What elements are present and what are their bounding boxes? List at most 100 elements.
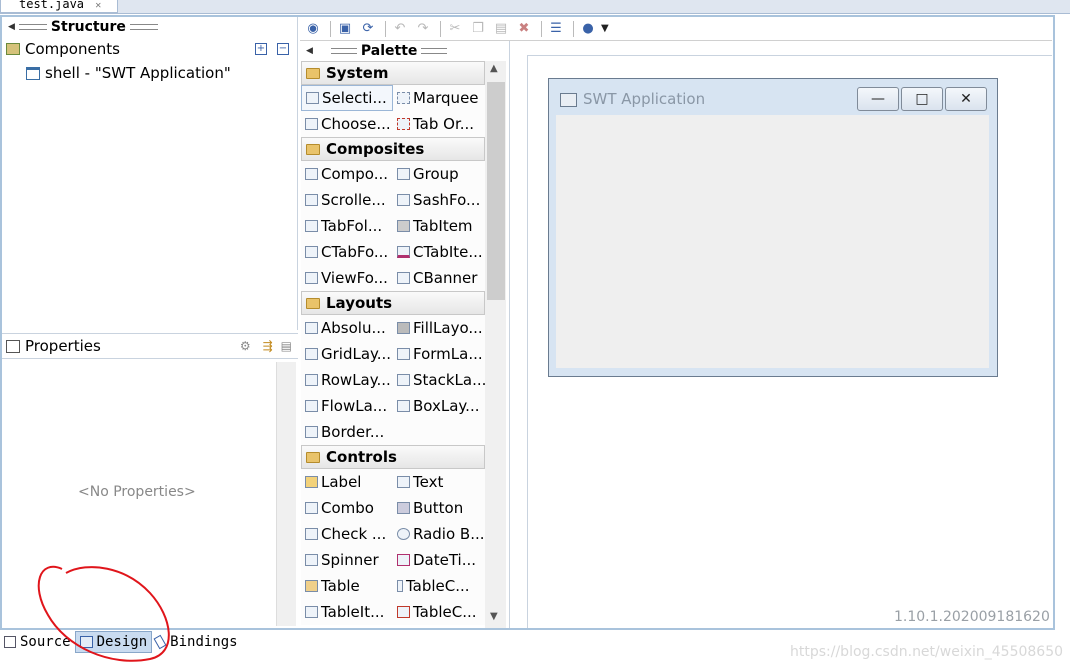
- nls-icon[interactable]: ☰: [546, 20, 566, 38]
- shell-icon: [26, 66, 40, 80]
- swt-window-client-area[interactable]: [556, 115, 989, 368]
- palette-item[interactable]: Text: [393, 469, 485, 495]
- palette-item[interactable]: TabItem: [393, 213, 485, 239]
- palette-item-label: CTabIte...: [413, 243, 483, 261]
- minimize-button[interactable]: —: [857, 87, 899, 111]
- palette-item[interactable]: CTabFo...: [301, 239, 393, 265]
- paste-icon[interactable]: ▤: [491, 20, 511, 38]
- palette-scroll-thumb[interactable]: [487, 82, 505, 300]
- tab-item-icon: [397, 220, 410, 232]
- goto-definition-icon[interactable]: ⇶: [263, 339, 273, 353]
- category-label: System: [326, 64, 389, 82]
- editor-tab-test-java[interactable]: test.java ✕: [0, 0, 118, 13]
- swt-window-title: SWT Application: [583, 90, 706, 108]
- palette-item[interactable]: BoxLay...: [393, 393, 485, 419]
- marquee-icon: [397, 92, 410, 104]
- folder-icon: [306, 297, 320, 309]
- palette-item[interactable]: Selecti...: [301, 85, 393, 111]
- palette-item[interactable]: Table: [301, 573, 393, 599]
- palette-item[interactable]: RowLay...: [301, 367, 393, 393]
- undo-icon[interactable]: ↶: [390, 20, 410, 38]
- palette-item[interactable]: DateTi...: [393, 547, 485, 573]
- sash-form-icon: [397, 194, 410, 206]
- palette-item-label: TableIt...: [321, 603, 385, 621]
- palette-item[interactable]: Button: [393, 495, 485, 521]
- scrolled-composite-icon: [305, 194, 318, 206]
- palette-item[interactable]: Group: [393, 161, 485, 187]
- palette-item[interactable]: ViewFo...: [301, 265, 393, 291]
- palette-item[interactable]: TableC...: [393, 599, 485, 625]
- close-icon[interactable]: ✕: [95, 0, 101, 11]
- collapse-palette-icon[interactable]: ◀: [306, 46, 313, 56]
- grid-layout-icon: [305, 348, 318, 360]
- show-events-icon[interactable]: ⚙: [240, 339, 251, 353]
- category-composites[interactable]: Composites: [301, 137, 485, 161]
- palette-item[interactable]: Marquee: [393, 85, 485, 111]
- no-properties-text: <No Properties>: [78, 484, 196, 500]
- palette-item[interactable]: Spinner: [301, 547, 393, 573]
- close-button[interactable]: ✕: [945, 87, 987, 111]
- palette-item-label: Table: [321, 577, 360, 595]
- palette-item[interactable]: Radio B...: [393, 521, 485, 547]
- palette-item[interactable]: FormLa...: [393, 341, 485, 367]
- editor-tab-label: test.java: [19, 0, 85, 11]
- palette-item[interactable]: TableIt...: [301, 599, 393, 625]
- palette-item[interactable]: FlowLa...: [301, 393, 393, 419]
- scroll-up-icon[interactable]: ▲: [490, 63, 498, 74]
- palette-item[interactable]: Check ...: [301, 521, 393, 547]
- delete-icon[interactable]: ✖: [514, 20, 534, 38]
- palette-item[interactable]: TabFol...: [301, 213, 393, 239]
- palette-item[interactable]: Border...: [301, 419, 393, 445]
- expand-all-icon[interactable]: +: [255, 43, 267, 55]
- palette-item[interactable]: GridLay...: [301, 341, 393, 367]
- show-advanced-icon[interactable]: ▤: [281, 339, 292, 353]
- stack-layout-icon: [397, 374, 410, 386]
- cut-icon[interactable]: ✂: [445, 20, 465, 38]
- collapse-left-icon[interactable]: ◀: [8, 22, 15, 32]
- redo-icon[interactable]: ↷: [413, 20, 433, 38]
- palette-item[interactable]: CTabIte...: [393, 239, 485, 265]
- palette-item[interactable]: TableC...: [393, 573, 485, 599]
- ctab-item-icon: [397, 246, 410, 258]
- swt-window-icon: [560, 93, 577, 107]
- category-system[interactable]: System: [301, 61, 485, 85]
- palette-item[interactable]: SashFo...: [393, 187, 485, 213]
- palette-item-label: TabFol...: [321, 217, 383, 235]
- category-items: Selecti... Marquee Choose... Tab Or...: [301, 85, 485, 137]
- pointer-icon: [306, 92, 319, 104]
- scroll-down-icon[interactable]: ▼: [490, 611, 498, 622]
- properties-scrollbar[interactable]: [276, 362, 296, 626]
- palette-item-label: Text: [413, 473, 444, 491]
- palette-item-label: Group: [413, 165, 459, 183]
- palette-item[interactable]: CBanner: [393, 265, 485, 291]
- palette-item[interactable]: Combo: [301, 495, 393, 521]
- collapse-all-icon[interactable]: −: [277, 43, 289, 55]
- palette-item[interactable]: Tab Or...: [393, 111, 485, 137]
- maximize-button[interactable]: □: [901, 87, 943, 111]
- absolute-layout-icon: [305, 322, 318, 334]
- export-icon[interactable]: ▣: [335, 20, 355, 38]
- refresh-icon[interactable]: ⟳: [358, 20, 378, 38]
- palette-item-label: DateTi...: [413, 551, 477, 569]
- table-item-icon: [305, 606, 318, 618]
- category-controls[interactable]: Controls: [301, 445, 485, 469]
- palette-item-label: TabItem: [413, 217, 473, 235]
- palette-item[interactable]: Scrolle...: [301, 187, 393, 213]
- category-label: Controls: [326, 448, 397, 466]
- palette-item[interactable]: FillLayo...: [393, 315, 485, 341]
- test-gui-icon[interactable]: ◉: [303, 20, 323, 38]
- copy-icon[interactable]: ❐: [468, 20, 488, 38]
- palette-item[interactable]: Choose...: [301, 111, 393, 137]
- globe-icon[interactable]: ●: [578, 20, 598, 38]
- palette-item[interactable]: Label: [301, 469, 393, 495]
- editor-tab-bar: [0, 0, 1070, 14]
- ctab-folder-icon: [305, 246, 318, 258]
- palette-item-label: RowLay...: [321, 371, 391, 389]
- chevron-down-icon[interactable]: ▼: [601, 23, 609, 34]
- palette-item[interactable]: Absolu...: [301, 315, 393, 341]
- palette-item[interactable]: Compo...: [301, 161, 393, 187]
- tree-item-shell[interactable]: shell - "SWT Application": [2, 61, 297, 85]
- category-layouts[interactable]: Layouts: [301, 291, 485, 315]
- palette-item[interactable]: StackLa...: [393, 367, 485, 393]
- palette-item-label: CBanner: [413, 269, 478, 287]
